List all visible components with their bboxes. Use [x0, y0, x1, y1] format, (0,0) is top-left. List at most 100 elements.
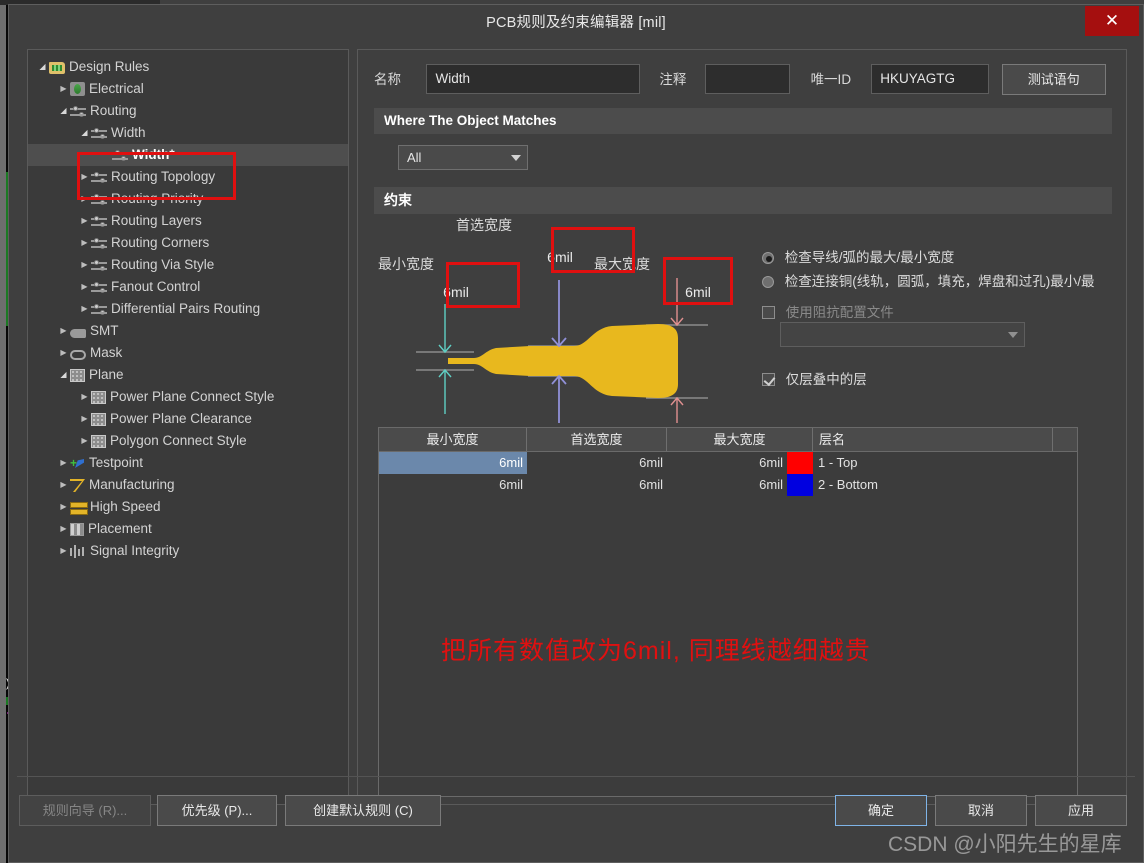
cell-max-width[interactable]: 6mil: [667, 474, 787, 496]
sidebar-item-signal-integrity[interactable]: ▶ Signal Integrity: [28, 540, 348, 562]
chevron-right-icon[interactable]: ▶: [57, 452, 70, 474]
cancel-button[interactable]: 取消: [935, 795, 1027, 826]
radio-check-track-width[interactable]: 检查导线/弧的最大/最小宽度: [762, 246, 954, 266]
impedance-profile-select[interactable]: [780, 322, 1025, 347]
sidebar-item-electrical[interactable]: ▶ Electrical: [28, 78, 348, 100]
radio-check-connected-copper-label: 检查连接铜(线轨，圆弧，填充，焊盘和过孔)最小/最: [784, 274, 1095, 289]
design-rules-tree-panel[interactable]: ◢ Design Rules ▶ Electrical ◢ Routing ◢ Width Wi…: [27, 49, 349, 805]
table-body[interactable]: 6mil 6mil 6mil 1 - Top 6mil 6mil 6mil 2 - Botto…: [379, 452, 1077, 496]
max-width-label: 最大宽度: [594, 256, 650, 272]
test-query-button[interactable]: 测试语句: [1001, 64, 1106, 95]
chevron-right-icon[interactable]: ▶: [57, 518, 70, 540]
smt-icon: [70, 329, 86, 338]
sidebar-item-polygon-connect-style[interactable]: ▶ Polygon Connect Style: [28, 430, 348, 452]
chevron-right-icon[interactable]: ▶: [78, 254, 91, 276]
chevron-right-icon[interactable]: ▶: [78, 386, 91, 408]
cell-layer-name[interactable]: 1 - Top: [813, 452, 1053, 474]
sidebar-item-differential-pairs-routing[interactable]: ▶ Differential Pairs Routing: [28, 298, 348, 320]
sidebar-item-power-plane-clearance[interactable]: ▶ Power Plane Clearance: [28, 408, 348, 430]
chevron-right-icon[interactable]: ▶: [57, 78, 70, 100]
chevron-down-icon[interactable]: ◢: [78, 122, 91, 144]
checkbox-layers-in-stackup-only[interactable]: 仅层叠中的层: [762, 368, 867, 388]
table-column-header[interactable]: 层名: [813, 428, 1053, 451]
sidebar-item-routing[interactable]: ◢ Routing: [28, 100, 348, 122]
apply-button[interactable]: 应用: [1035, 795, 1127, 826]
chevron-down-icon[interactable]: ◢: [36, 56, 49, 78]
max-width-input[interactable]: 6mil: [668, 281, 728, 303]
sidebar-item-routing-topology[interactable]: ▶ Routing Topology: [28, 166, 348, 188]
create-default-rules-button[interactable]: 创建默认规则 (C): [285, 795, 441, 826]
chevron-right-icon[interactable]: ▶: [57, 342, 70, 364]
sidebar-item-routing-priority[interactable]: ▶ Routing Priority: [28, 188, 348, 210]
table-row[interactable]: 6mil 6mil 6mil 2 - Bottom: [379, 474, 1077, 496]
cell-min-width[interactable]: 6mil: [379, 474, 527, 496]
comment-input[interactable]: [705, 64, 791, 94]
checkbox-use-impedance-profile[interactable]: 使用阻抗配置文件: [762, 301, 894, 321]
name-input[interactable]: Width: [426, 64, 641, 94]
chevron-right-icon[interactable]: ▶: [78, 188, 91, 210]
sidebar-item-power-plane-connect-style[interactable]: ▶ Power Plane Connect Style: [28, 386, 348, 408]
chevron-right-icon[interactable]: ▶: [78, 276, 91, 298]
sidebar-item-routing-layers[interactable]: ▶ Routing Layers: [28, 210, 348, 232]
chevron-right-icon[interactable]: ▶: [57, 474, 70, 496]
layer-color-swatch: [787, 474, 813, 496]
ok-button[interactable]: 确定: [835, 795, 927, 826]
chevron-down-icon[interactable]: ◢: [57, 100, 70, 122]
sidebar-item-label: Differential Pairs Routing: [111, 301, 261, 316]
min-width-input[interactable]: 6mil: [426, 281, 486, 303]
sidebar-item-placement[interactable]: ▶ Placement: [28, 518, 348, 540]
sidebar-item-label: High Speed: [90, 499, 161, 514]
table-column-header[interactable]: 最小宽度: [379, 428, 527, 451]
sidebar-item-label: Routing Priority: [111, 191, 204, 206]
scope-select[interactable]: All: [398, 145, 528, 170]
chevron-down-icon: [511, 155, 521, 161]
chevron-right-icon[interactable]: ▶: [78, 430, 91, 452]
sidebar-item-label: Power Plane Clearance: [110, 411, 252, 426]
chevron-right-icon[interactable]: ▶: [78, 166, 91, 188]
chevron-right-icon[interactable]: ▶: [78, 232, 91, 254]
close-icon[interactable]: ✕: [1085, 6, 1139, 36]
sidebar-item-high-speed[interactable]: ▶ High Speed: [28, 496, 348, 518]
chevron-right-icon[interactable]: ▶: [78, 408, 91, 430]
cell-preferred-width[interactable]: 6mil: [527, 474, 667, 496]
sidebar-item-routing-corners[interactable]: ▶ Routing Corners: [28, 232, 348, 254]
folder-icon: [49, 62, 65, 74]
chevron-down-icon[interactable]: ◢: [57, 364, 70, 386]
width-rules-table[interactable]: 最小宽度 首选宽度 最大宽度 层名 6mil 6mil 6mil 1 - Top 6mil 6m…: [378, 427, 1078, 797]
table-row[interactable]: 6mil 6mil 6mil 1 - Top: [379, 452, 1077, 474]
sidebar-item-label: Testpoint: [89, 455, 144, 470]
sidebar-item-design-rules[interactable]: ◢ Design Rules: [28, 56, 348, 78]
radio-check-connected-copper[interactable]: 检查连接铜(线轨，圆弧，填充，焊盘和过孔)最小/最: [762, 270, 1095, 290]
dialog-body: ◢ Design Rules ▶ Electrical ◢ Routing ◢ Width Wi…: [9, 37, 1143, 862]
cell-layer-name[interactable]: 2 - Bottom: [813, 474, 1053, 496]
placement-icon: [70, 523, 84, 536]
signalintegrity-icon: [70, 545, 86, 558]
sidebar-item-width[interactable]: Width*: [28, 144, 348, 166]
unique-id-input[interactable]: HKUYAGTG: [871, 64, 990, 94]
rule-wizard-button[interactable]: 规则向导 (R)...: [19, 795, 151, 826]
sidebar-item-manufacturing[interactable]: ▶ Manufacturing: [28, 474, 348, 496]
table-column-header[interactable]: 首选宽度: [527, 428, 667, 451]
preferred-width-input[interactable]: 6mil: [530, 246, 590, 268]
sidebar-item-routing-via-style[interactable]: ▶ Routing Via Style: [28, 254, 348, 276]
table-column-header[interactable]: 最大宽度: [667, 428, 813, 451]
sidebar-item-mask[interactable]: ▶ Mask: [28, 342, 348, 364]
cell-min-width[interactable]: 6mil: [379, 452, 527, 474]
sidebar-item-width[interactable]: ◢ Width: [28, 122, 348, 144]
chevron-right-icon[interactable]: ▶: [57, 540, 70, 562]
sidebar-item-plane[interactable]: ◢ Plane: [28, 364, 348, 386]
priority-button[interactable]: 优先级 (P)...: [157, 795, 277, 826]
design-rules-tree[interactable]: ◢ Design Rules ▶ Electrical ◢ Routing ◢ Width Wi…: [28, 50, 348, 562]
chevron-right-icon[interactable]: ▶: [78, 298, 91, 320]
sidebar-item-testpoint[interactable]: ▶ Testpoint: [28, 452, 348, 474]
chevron-right-icon[interactable]: ▶: [78, 210, 91, 232]
chevron-right-icon[interactable]: ▶: [57, 320, 70, 342]
checkbox-layers-in-stackup-only-label: 仅层叠中的层: [785, 372, 867, 387]
sidebar-item-smt[interactable]: ▶ SMT: [28, 320, 348, 342]
cell-max-width[interactable]: 6mil: [667, 452, 787, 474]
sidebar-item-label: Routing: [90, 103, 137, 118]
chevron-right-icon[interactable]: ▶: [57, 496, 70, 518]
sidebar-item-fanout-control[interactable]: ▶ Fanout Control: [28, 276, 348, 298]
cell-preferred-width[interactable]: 6mil: [527, 452, 667, 474]
pcb-rules-dialog: PCB规则及约束编辑器 [mil] ✕ ◢ Design Rules ▶ Electr…: [8, 4, 1144, 863]
